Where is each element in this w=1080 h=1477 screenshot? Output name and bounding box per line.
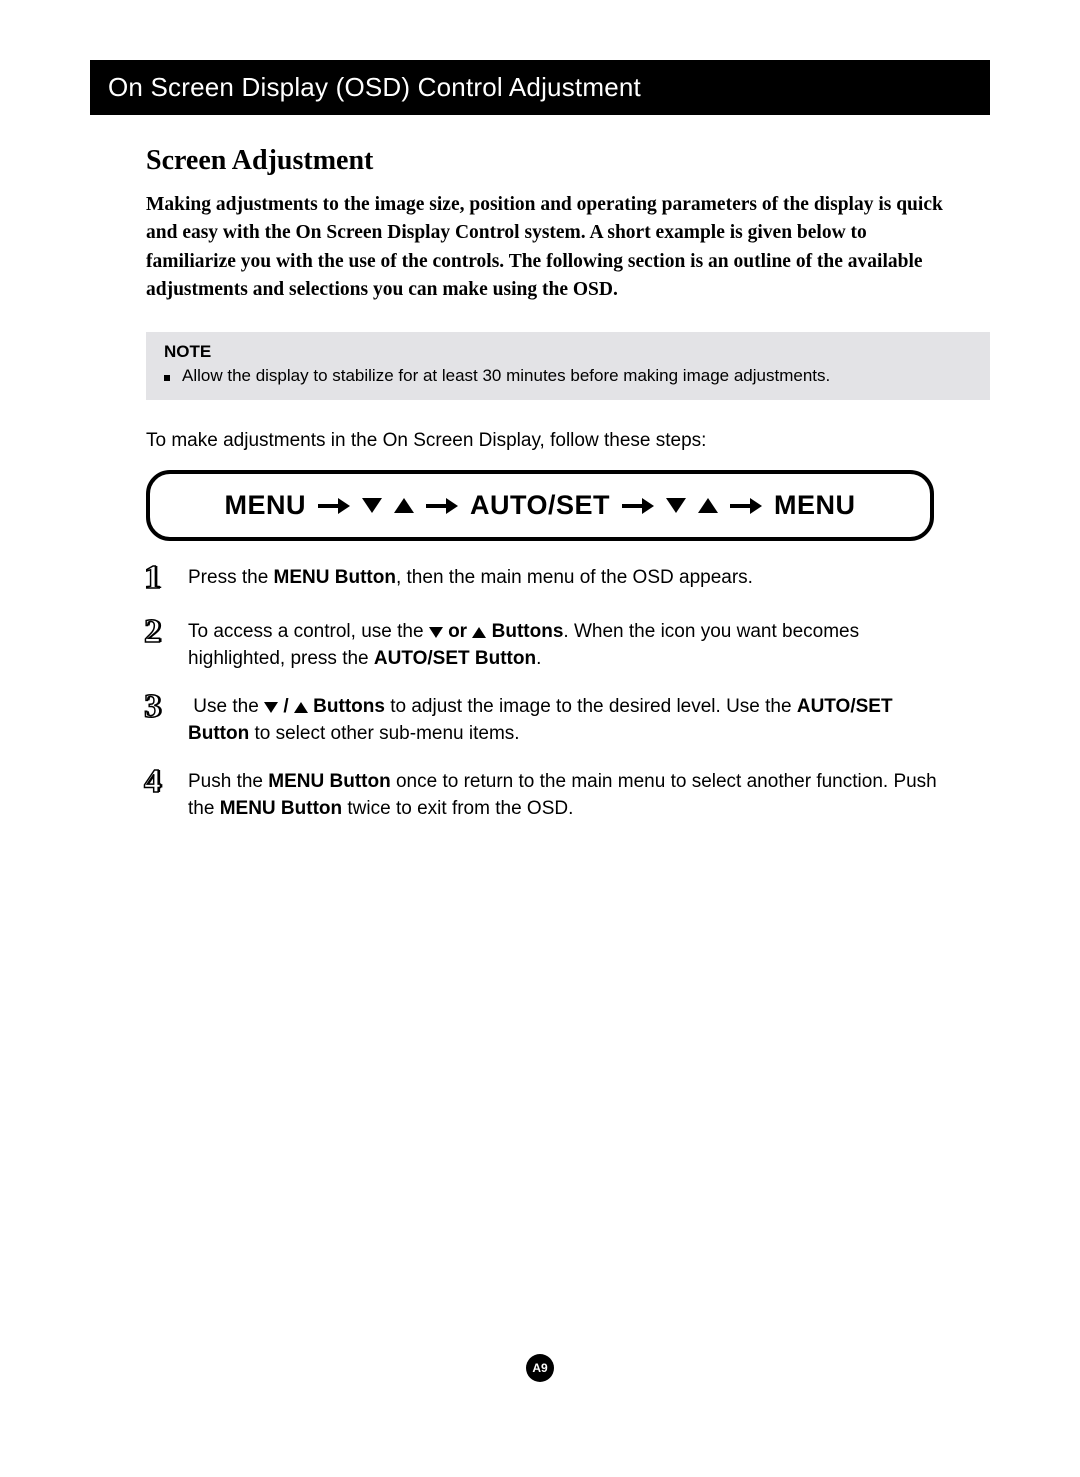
step-text: Press the MENU Button, then the main men… <box>188 563 753 592</box>
page-header: On Screen Display (OSD) Control Adjustme… <box>90 60 990 115</box>
step-2: 2 To access a control, use the or Button… <box>144 617 950 672</box>
note-label: NOTE <box>164 342 972 362</box>
arrow-right-icon <box>318 499 350 513</box>
manual-page: On Screen Display (OSD) Control Adjustme… <box>0 0 1080 1477</box>
triangle-down-icon <box>264 702 278 713</box>
note-item: Allow the display to stabilize for at le… <box>164 366 972 386</box>
flow-label-autoset: AUTO/SET <box>470 490 610 521</box>
flow-label-menu: MENU <box>224 490 306 521</box>
triangle-up-icon <box>294 702 308 713</box>
step-number: 3 <box>144 690 172 724</box>
step-1: 1 Press the MENU Button, then the main m… <box>144 563 950 597</box>
triangle-down-icon <box>429 627 443 638</box>
intro-paragraph: Making adjustments to the image size, po… <box>146 191 990 304</box>
steps-list: 1 Press the MENU Button, then the main m… <box>144 563 990 823</box>
triangle-down-icon <box>666 498 686 513</box>
arrow-right-icon <box>622 499 654 513</box>
step-number: 2 <box>144 615 172 649</box>
triangle-up-icon <box>698 498 718 513</box>
triangle-up-icon <box>472 627 486 638</box>
flow-menu-1: MENU <box>224 490 458 521</box>
page-header-title: On Screen Display (OSD) Control Adjustme… <box>108 72 641 102</box>
note-box: NOTE Allow the display to stabilize for … <box>146 332 990 400</box>
arrow-right-icon <box>426 499 458 513</box>
triangle-down-icon <box>362 498 382 513</box>
page-footer: A9 <box>0 1354 1080 1382</box>
page-number-badge: A9 <box>526 1354 554 1382</box>
step-number: 4 <box>144 765 172 799</box>
step-4: 4 Push the MENU Button once to return to… <box>144 767 950 822</box>
flow-label-menu-2: MENU <box>774 490 856 521</box>
step-3: 3 Use the / Buttons to adjust the image … <box>144 692 950 747</box>
section-title: Screen Adjustment <box>146 145 990 177</box>
note-list: Allow the display to stabilize for at le… <box>164 366 972 386</box>
step-number: 1 <box>144 561 172 595</box>
step-text: To access a control, use the or Buttons.… <box>188 617 950 672</box>
step-text: Push the MENU Button once to return to t… <box>188 767 950 822</box>
steps-lead-in: To make adjustments in the On Screen Dis… <box>146 430 990 452</box>
button-flow-diagram: MENU AUTO/SET MENU <box>146 470 934 541</box>
flow-autoset: AUTO/SET <box>470 490 762 521</box>
arrow-right-icon <box>730 499 762 513</box>
triangle-up-icon <box>394 498 414 513</box>
step-text: Use the / Buttons to adjust the image to… <box>188 692 950 747</box>
